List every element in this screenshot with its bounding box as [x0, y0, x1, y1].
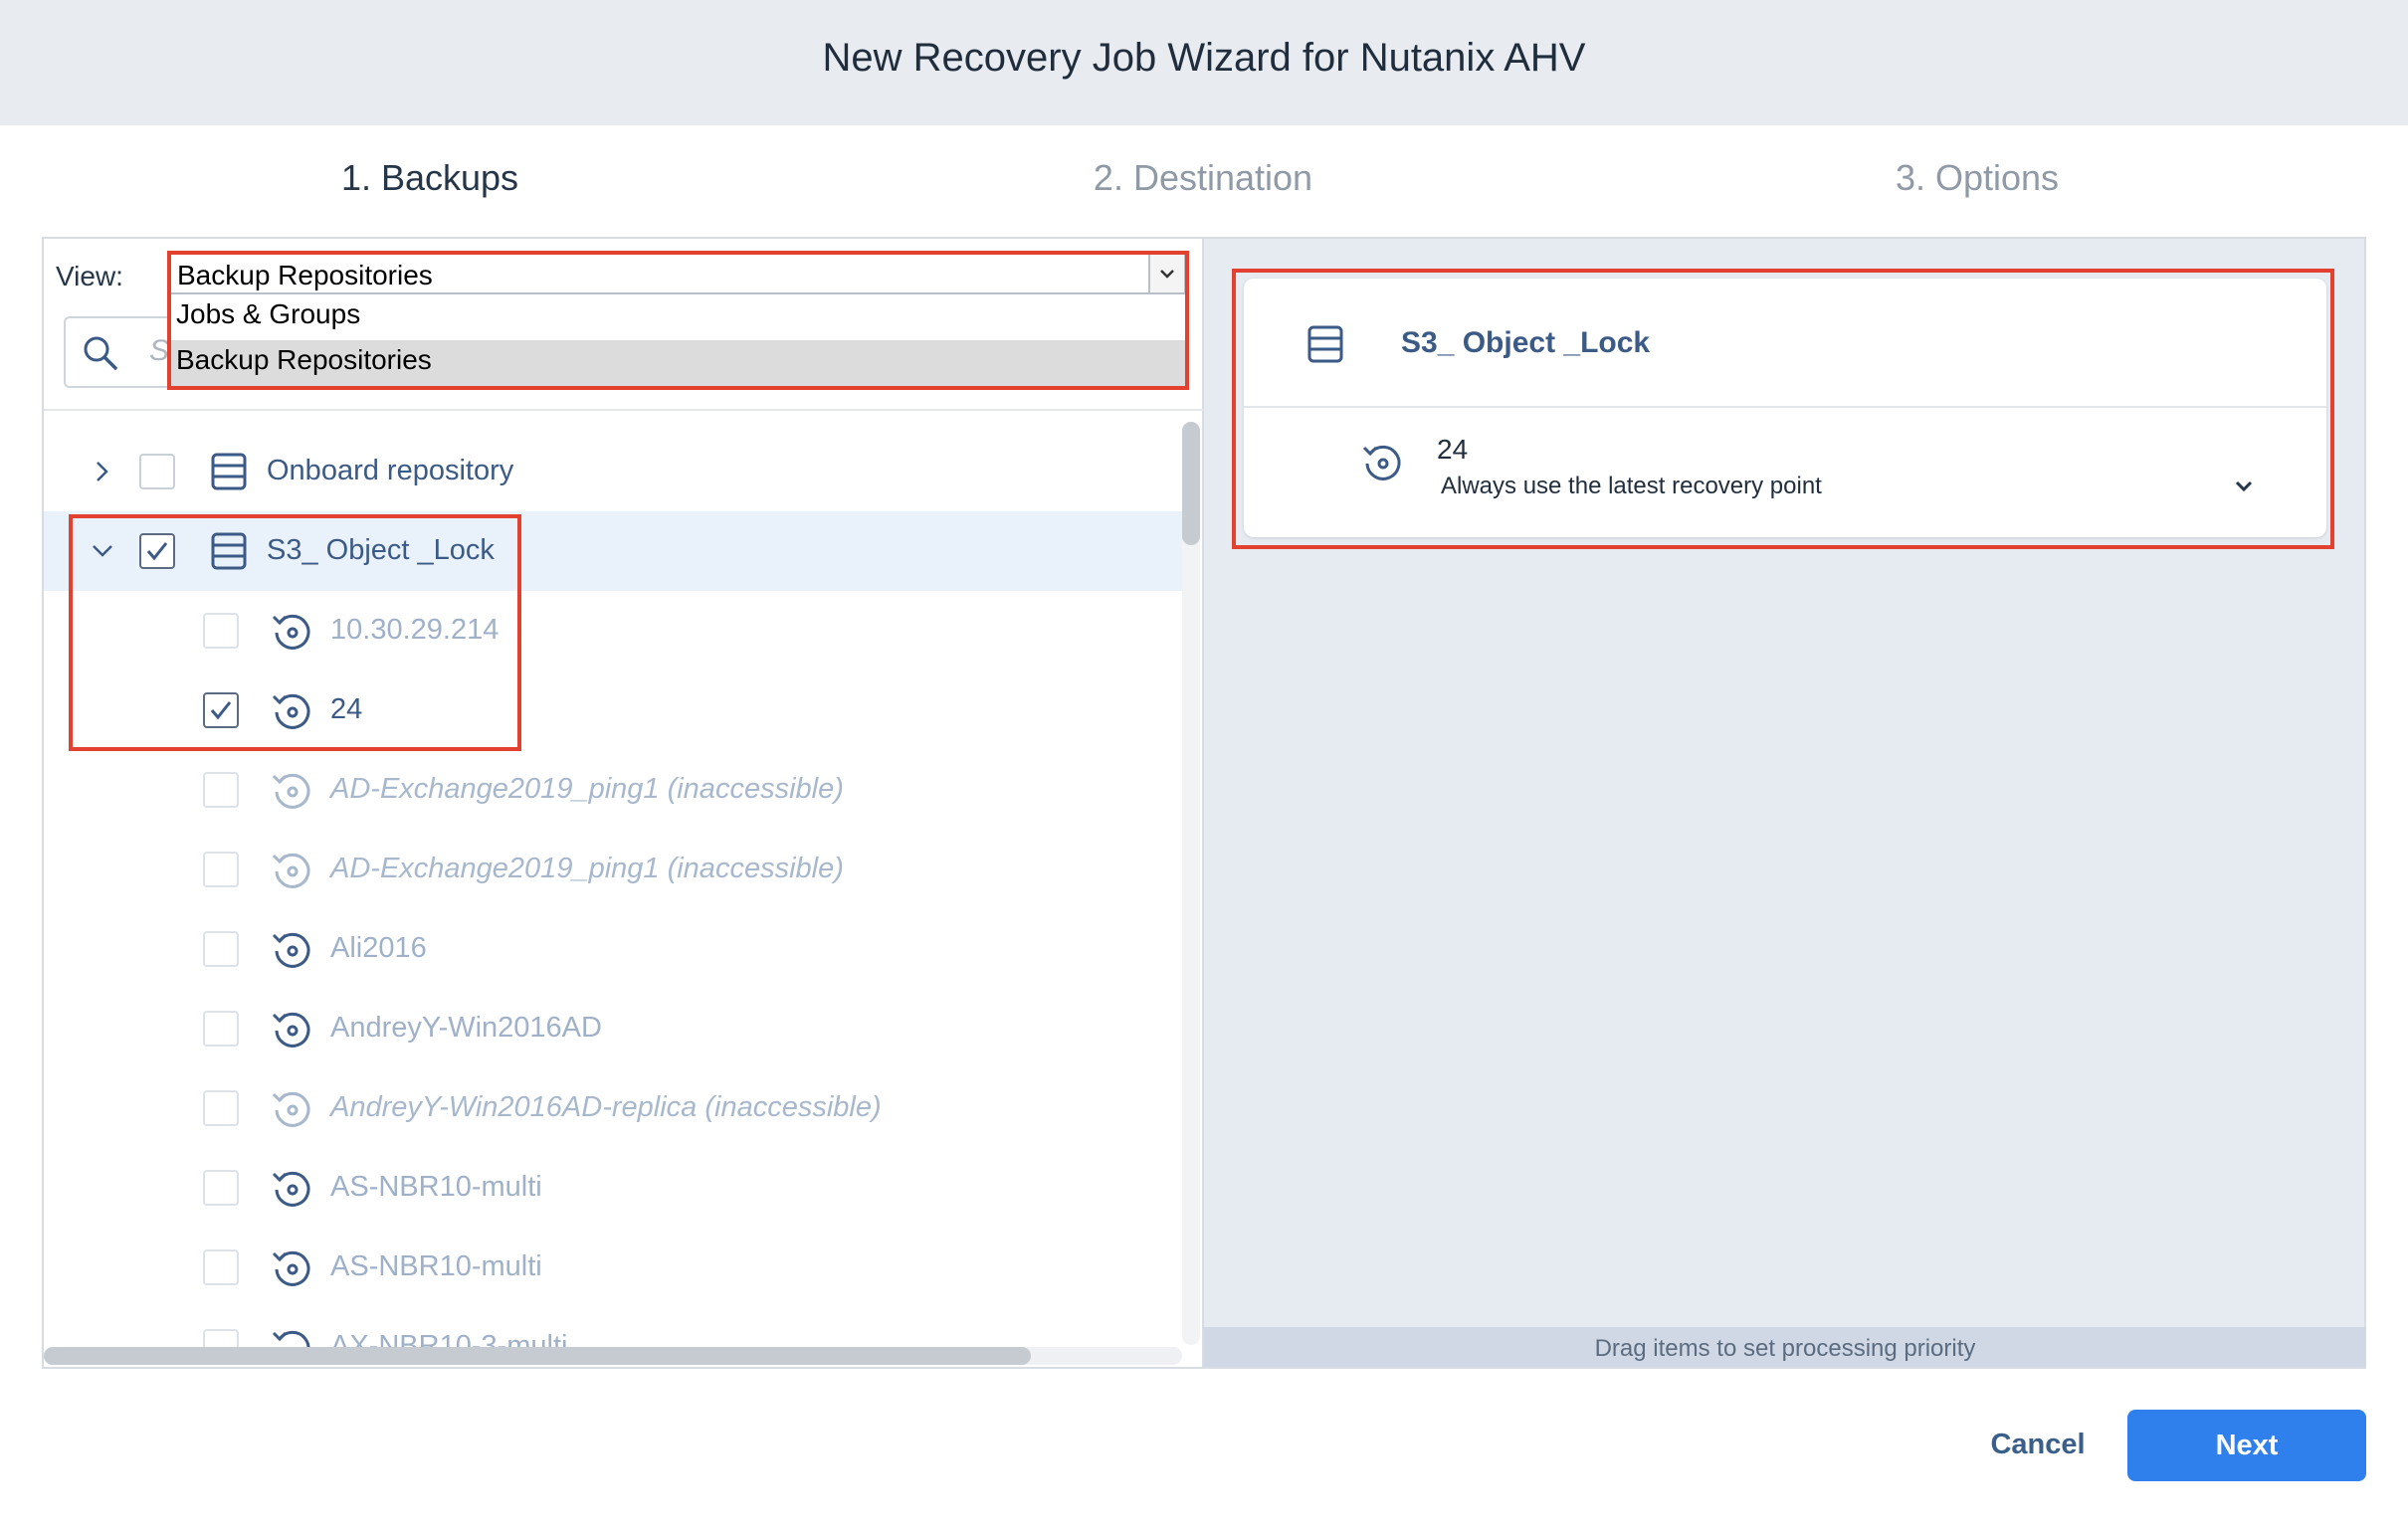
tree-item-label: AS-NBR10-multi: [330, 1250, 542, 1282]
title-bar: New Recovery Job Wizard for Nutanix AHV: [0, 0, 2408, 125]
tree-item-label: AndreyY-Win2016AD-replica (inaccessible): [330, 1091, 882, 1123]
view-select[interactable]: Backup Repositories: [169, 253, 1186, 294]
backup-icon: [272, 1091, 310, 1127]
tree-item-backup[interactable]: AS-NBR10-multi: [44, 1228, 1184, 1307]
drag-hint-bar: Drag items to set processing priority: [1204, 1327, 2366, 1367]
tree-item-backup-inaccessible[interactable]: AndreyY-Win2016AD-replica (inaccessible): [44, 1068, 1184, 1148]
tree-item-backup[interactable]: AS-NBR10-multi: [44, 1148, 1184, 1228]
tree-item-backup-24[interactable]: 24: [44, 670, 1184, 750]
tree-item-backup[interactable]: AndreyY-Win2016AD: [44, 989, 1184, 1068]
cancel-button[interactable]: Cancel: [1958, 1415, 2117, 1474]
checkbox[interactable]: [203, 1090, 239, 1126]
view-selected-value: Backup Repositories: [177, 260, 433, 290]
checkbox[interactable]: [203, 1170, 239, 1206]
search-input[interactable]: S: [64, 316, 183, 388]
checkbox[interactable]: [203, 1249, 239, 1285]
tree-item-label: AD-Exchange2019_ping1 (inaccessible): [330, 853, 844, 884]
backup-icon: [272, 932, 310, 968]
repository-icon: [1307, 325, 1343, 363]
checkbox-checked[interactable]: [139, 533, 175, 569]
tree-item-label: AndreyY-Win2016AD: [330, 1012, 602, 1044]
chevron-right-icon[interactable]: [88, 457, 117, 486]
tree-item-label: AS-NBR10-multi: [330, 1171, 542, 1203]
step-backups[interactable]: 1. Backups: [231, 157, 629, 199]
tree-item-backup-partial[interactable]: AX-NBR10-3-multi: [44, 1307, 1180, 1347]
search-icon: [84, 336, 117, 370]
tree-item-label: S3_ Object _Lock: [267, 534, 495, 566]
drag-hint-text: Drag items to set processing priority: [1594, 1335, 1976, 1362]
view-option-backup-repositories[interactable]: Backup Repositories: [170, 340, 1185, 386]
tree-item-label: 10.30.29.214: [330, 614, 500, 646]
checkbox-checked[interactable]: [203, 692, 239, 728]
chevron-down-icon[interactable]: [88, 536, 117, 566]
checkbox[interactable]: [203, 772, 239, 808]
dropdown-arrow[interactable]: [1148, 255, 1184, 292]
step-destination[interactable]: 2. Destination: [1004, 157, 1402, 199]
tree-item-label: AD-Exchange2019_ping1 (inaccessible): [330, 773, 844, 805]
next-button[interactable]: Next: [2127, 1410, 2366, 1481]
card-repository-name: S3_ Object _Lock: [1401, 326, 1651, 359]
chevron-down-icon: [1160, 270, 1174, 279]
tree-item-backup-inaccessible[interactable]: AD-Exchange2019_ping1 (inaccessible): [44, 830, 1184, 909]
view-label: View:: [56, 261, 123, 291]
checkmark-icon: [210, 701, 232, 720]
tree-item-backup[interactable]: Ali2016: [44, 909, 1184, 989]
backup-icon: [1362, 445, 1401, 480]
backup-icon: [272, 1250, 310, 1286]
checkbox[interactable]: [203, 1011, 239, 1047]
backup-icon: [272, 1012, 310, 1048]
checkbox[interactable]: [203, 1329, 239, 1347]
backup-icon: [272, 773, 310, 809]
tree-item-onboard-repository[interactable]: Onboard repository: [44, 432, 1184, 511]
view-option-jobs-groups[interactable]: Jobs & Groups: [176, 298, 360, 330]
repository-icon: [211, 453, 247, 490]
vertical-scroll-thumb[interactable]: [1182, 422, 1200, 545]
tree-item-label: AX-NBR10-3-multi: [330, 1330, 568, 1347]
search-placeholder: S: [149, 334, 170, 367]
tree-item-backup-inaccessible[interactable]: AD-Exchange2019_ping1 (inaccessible): [44, 750, 1184, 830]
backup-icon: [272, 614, 310, 650]
checkbox[interactable]: [139, 454, 175, 489]
backup-icon: [272, 1171, 310, 1207]
checkbox[interactable]: [203, 852, 239, 887]
card-item-name: 24: [1437, 434, 1469, 465]
tree-item-backup[interactable]: 10.30.29.214: [44, 591, 1184, 670]
horizontal-scroll-thumb[interactable]: [44, 1347, 1031, 1365]
view-options-list: Jobs & Groups Backup Repositories: [169, 294, 1186, 386]
divider: [44, 409, 1204, 411]
checkbox[interactable]: [203, 613, 239, 649]
repository-icon: [211, 532, 247, 570]
tree-item-label: Onboard repository: [267, 455, 514, 486]
card-divider: [1244, 406, 2326, 408]
backup-icon: [272, 693, 310, 729]
tree-item-label: 24: [330, 693, 363, 725]
checkmark-icon: [146, 542, 168, 561]
step-options[interactable]: 3. Options: [1778, 157, 2176, 199]
recovery-point-select[interactable]: Always use the latest recovery point: [1441, 473, 1822, 500]
selected-repository-card[interactable]: S3_ Object _Lock 24 Always use the lates…: [1244, 279, 2326, 537]
tree-item-s3-object-lock[interactable]: S3_ Object _Lock: [44, 511, 1184, 591]
chevron-down-icon[interactable]: [2229, 472, 2259, 501]
tree-item-label: Ali2016: [330, 932, 427, 964]
backup-icon: [272, 1330, 310, 1347]
window-title: New Recovery Job Wizard for Nutanix AHV: [822, 36, 1586, 80]
vertical-scrollbar[interactable]: [1182, 422, 1200, 1345]
backup-icon: [272, 853, 310, 888]
checkbox[interactable]: [203, 931, 239, 967]
